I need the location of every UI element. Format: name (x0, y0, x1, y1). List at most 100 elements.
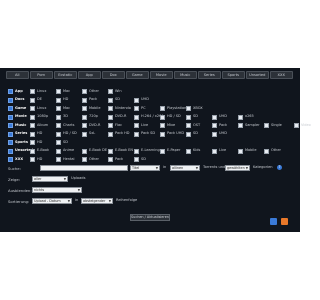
category-checkbox[interactable] (238, 123, 243, 128)
category-checkbox[interactable] (56, 123, 61, 128)
category-label: UHD (219, 114, 227, 119)
rss-feed-icon[interactable] (270, 218, 277, 225)
show-select[interactable]: aller ▼ (32, 176, 68, 182)
category-checkbox[interactable] (108, 148, 113, 154)
category-checkbox[interactable] (160, 131, 165, 137)
category-checkbox[interactable] (56, 89, 61, 94)
category-checkbox[interactable] (82, 114, 87, 120)
category-checkbox[interactable] (82, 97, 87, 103)
category-checkbox[interactable] (160, 123, 165, 128)
category-checkbox[interactable] (56, 148, 61, 154)
tab-series[interactable]: Series (198, 71, 221, 79)
category-label: UHD (141, 97, 149, 102)
category-checkbox[interactable] (294, 123, 299, 128)
category-checkbox[interactable] (8, 114, 13, 120)
tab-sports[interactable]: Sports (222, 71, 245, 79)
category-checkbox[interactable] (30, 148, 35, 154)
tab-music[interactable]: Music (174, 71, 197, 79)
category-checkbox[interactable] (108, 106, 113, 111)
category-checkbox[interactable] (134, 97, 139, 103)
category-checkbox[interactable] (108, 89, 113, 94)
category-checkbox[interactable] (134, 114, 139, 120)
search-field-select[interactable]: Titel ▼ (130, 165, 160, 171)
category-checkbox[interactable] (212, 123, 217, 128)
exclude-select[interactable]: nichts ▼ (32, 187, 82, 193)
search-mode-select[interactable]: allinen ▼ (170, 165, 200, 171)
category-tabs: All Porn Ecstatic App Dox Game Movie Music Serie… (6, 71, 294, 80)
category-checkbox[interactable] (212, 114, 217, 120)
category-checkbox[interactable] (56, 157, 61, 162)
tab-unsorted[interactable]: Unsorted (246, 71, 269, 79)
tab-game[interactable]: Game (126, 71, 149, 79)
category-label: OST (193, 122, 201, 127)
category-checkbox[interactable] (238, 114, 243, 120)
category-filter-select[interactable]: gewählten ▼ (225, 165, 250, 171)
category-checkbox[interactable] (108, 114, 113, 120)
category-checkbox[interactable] (238, 148, 243, 154)
category-checkbox[interactable] (160, 106, 165, 111)
category-checkbox[interactable] (30, 131, 35, 137)
tab-xxx[interactable]: XXX (270, 71, 293, 79)
category-checkbox[interactable] (30, 140, 35, 145)
category-checkbox[interactable] (212, 131, 217, 137)
category-checkbox[interactable] (108, 123, 113, 128)
category-label: SD (141, 156, 146, 161)
category-label: Sampler (245, 122, 260, 127)
category-checkbox[interactable] (8, 106, 13, 111)
sort-field-select[interactable]: Upload - Datum ▼ (32, 198, 72, 204)
category-checkbox[interactable] (108, 131, 113, 137)
tab-all[interactable]: All (6, 71, 29, 79)
category-checkbox[interactable] (186, 131, 191, 137)
category-checkbox[interactable] (82, 123, 87, 128)
category-checkbox[interactable] (186, 114, 191, 120)
category-checkbox[interactable] (8, 157, 13, 162)
category-checkbox[interactable] (82, 89, 87, 94)
category-checkbox[interactable] (30, 114, 35, 120)
rss-icon[interactable] (281, 218, 288, 225)
category-checkbox[interactable] (30, 106, 35, 111)
category-checkbox[interactable] (30, 157, 35, 162)
category-checkbox[interactable] (160, 148, 165, 154)
category-checkbox[interactable] (134, 157, 139, 162)
category-checkbox[interactable] (82, 131, 87, 137)
category-checkbox[interactable] (8, 131, 13, 137)
category-checkbox[interactable] (212, 148, 217, 154)
category-checkbox[interactable] (134, 106, 139, 111)
sort-order-select[interactable]: absteigender ▼ (81, 198, 113, 204)
category-checkbox[interactable] (82, 106, 87, 111)
search-input[interactable] (40, 165, 128, 171)
category-checkbox[interactable] (134, 148, 139, 154)
category-checkbox[interactable] (8, 140, 13, 145)
category-checkbox[interactable] (30, 123, 35, 128)
tab-dox[interactable]: Dox (102, 71, 125, 79)
category-checkbox[interactable] (8, 89, 13, 94)
category-checkbox[interactable] (82, 157, 87, 162)
category-checkbox[interactable] (264, 123, 269, 128)
tab-movie[interactable]: Movie (150, 71, 173, 79)
category-checkbox[interactable] (108, 97, 113, 103)
category-checkbox[interactable] (134, 131, 139, 137)
category-checkbox[interactable] (56, 106, 61, 111)
category-checkbox[interactable] (186, 106, 191, 111)
category-checkbox[interactable] (264, 148, 269, 154)
search-submit-button[interactable]: Suchen / Aktualisieren (130, 214, 170, 221)
tab-ecstatic[interactable]: Ecstatic (54, 71, 77, 79)
category-checkbox[interactable] (56, 114, 61, 120)
tab-app[interactable]: App (78, 71, 101, 79)
category-checkbox[interactable] (186, 123, 191, 128)
category-checkbox[interactable] (56, 140, 61, 145)
help-icon[interactable]: ? (277, 165, 282, 170)
category-checkbox[interactable] (82, 148, 87, 154)
category-checkbox[interactable] (30, 97, 35, 103)
category-checkbox[interactable] (160, 114, 165, 120)
tab-porn[interactable]: Porn (30, 71, 53, 79)
category-checkbox[interactable] (8, 123, 13, 128)
category-checkbox[interactable] (186, 148, 191, 154)
category-checkbox[interactable] (56, 131, 61, 137)
category-checkbox[interactable] (8, 148, 13, 154)
category-checkbox[interactable] (8, 97, 13, 103)
category-checkbox[interactable] (108, 157, 113, 162)
category-checkbox[interactable] (30, 89, 35, 94)
category-checkbox[interactable] (134, 123, 139, 128)
category-checkbox[interactable] (56, 97, 61, 103)
